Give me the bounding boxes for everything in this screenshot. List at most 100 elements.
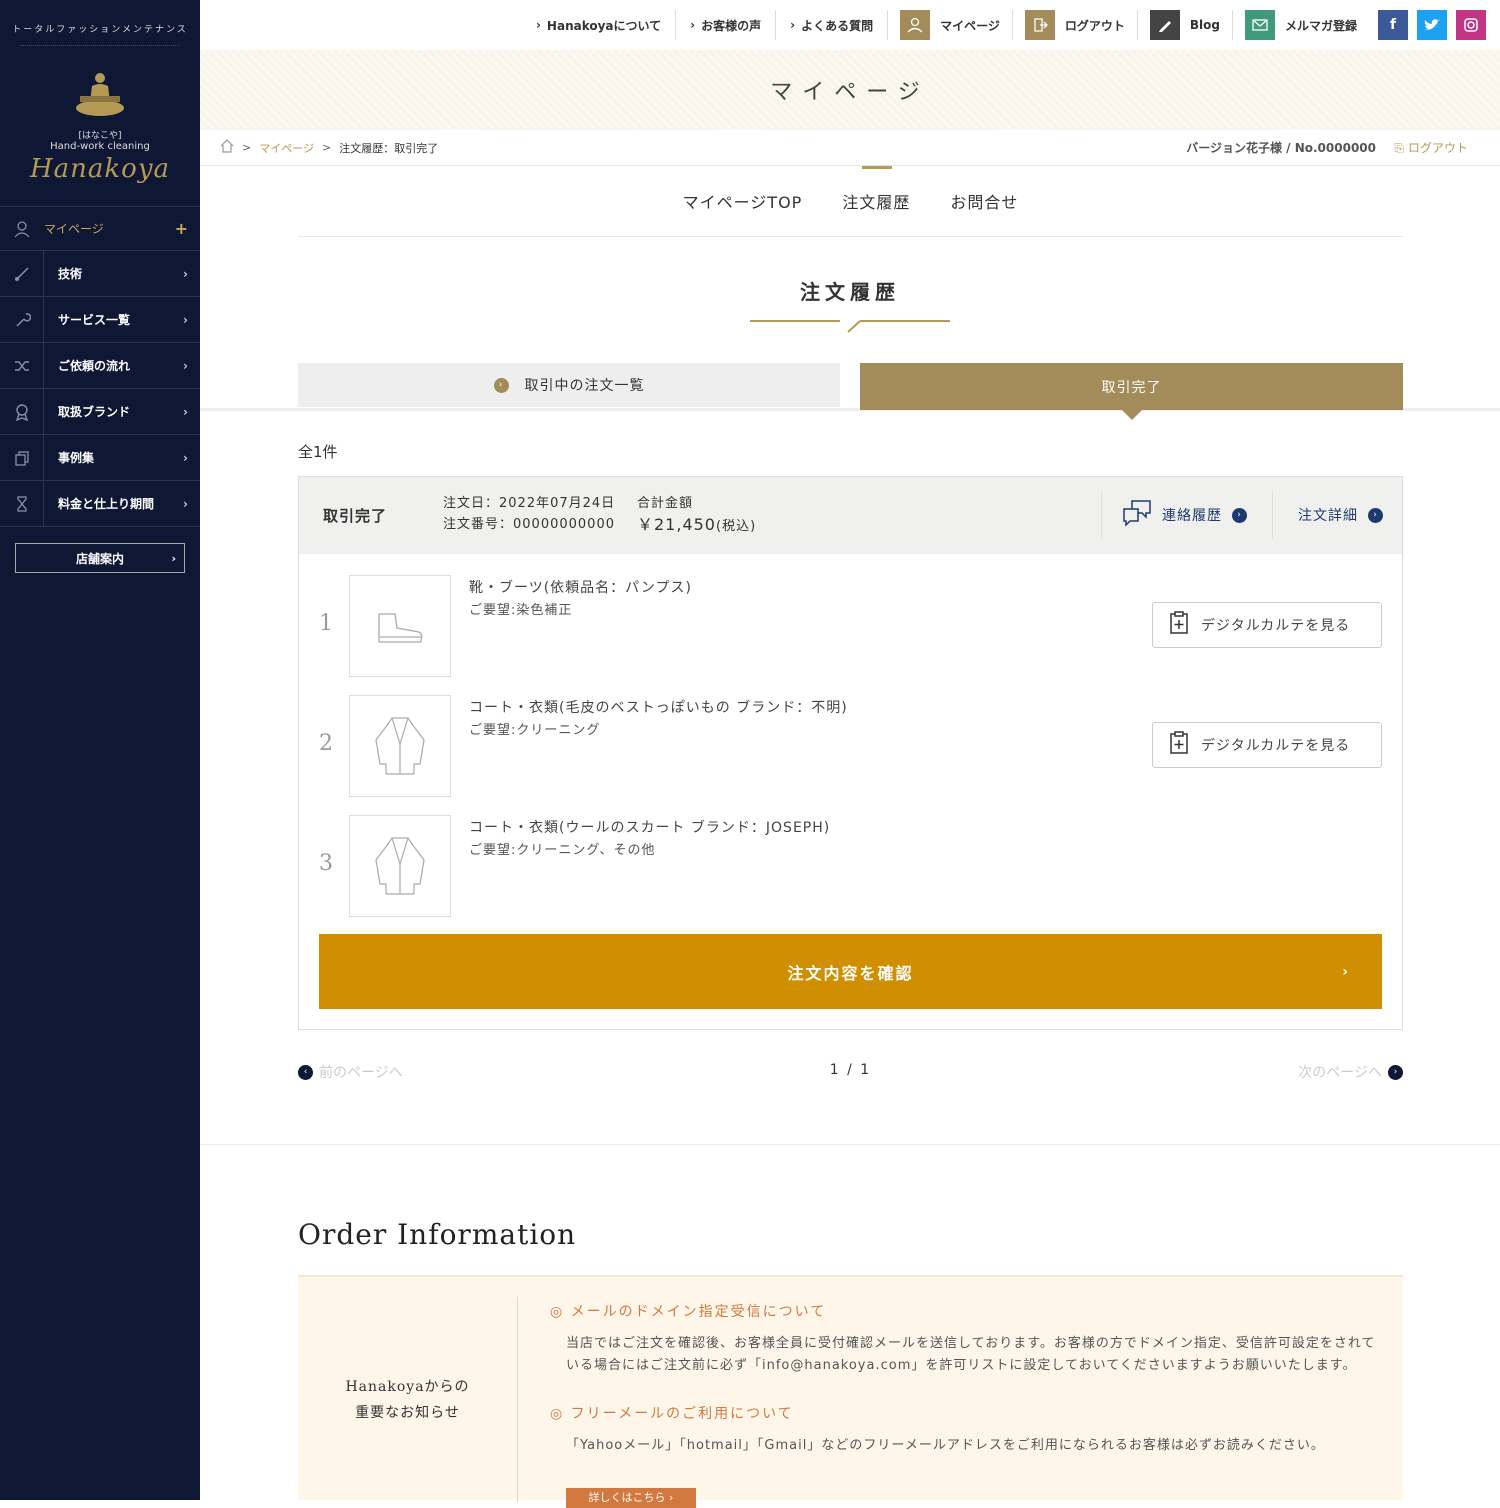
logout-label: ログアウト [1064,18,1125,33]
logout-button[interactable]: ログアウト [1013,10,1138,40]
notice-content: ◎ メールのドメイン指定受信について 当店ではご注文を確認後、お客様全員に受付確… [550,1301,1380,1457]
clipboard-plus-icon [1169,611,1189,639]
chevron-right-icon: › [183,496,188,511]
sidebar-item-services[interactable]: サービス一覧 › [0,297,200,343]
user-name: バージョン花子様 / No.0000000 [1186,141,1376,155]
confirm-order-button[interactable]: 注文内容を確認 › [319,934,1382,1009]
chevron-right-icon: › [183,312,188,327]
chevron-right-icon: › [535,18,541,32]
voices-link[interactable]: › お客様の声 [676,10,777,40]
notice-label: Hanakoyaからの 重要なお知らせ [298,1297,518,1502]
mail-icon [1244,10,1275,40]
next-page-link[interactable]: 次のページへ › [1298,1062,1403,1082]
view-karte-button[interactable]: デジタルカルテを見る [1152,722,1382,768]
result-count: 全1件 [298,443,338,461]
notice-label-line2: 重要なお知らせ [355,1404,460,1421]
logo[interactable]: [はなこや] Hand-work cleaning Hanakoya [0,68,200,184]
chevron-right-icon: › [790,18,796,32]
tab-order-history[interactable]: 注文履歴 [842,189,910,213]
tab-completed[interactable]: 取引完了 [860,363,1403,420]
brush-icon [0,251,44,296]
craftsman-logo-icon [76,73,124,116]
chevron-right-icon: › [183,266,188,281]
order-item: 1 靴・ブーツ(依頼品名：パンプス) ご要望:染色補正 デジタルカルテを見る [319,575,1382,677]
faq-link[interactable]: › よくある質問 [776,10,889,40]
order-total-amount: ￥21,450 [637,515,716,534]
divider [200,1144,1500,1145]
sub-nav: マイページTOP 注文履歴 お問合せ [298,166,1403,237]
section-title: 注文履歴 [800,280,900,304]
breadcrumb-separator: > [242,141,252,154]
chevron-right-icon: › [1368,507,1383,523]
item-request: ご要望:クリーニング、その他 [469,843,656,858]
sidebar-nav: マイページ + 技術 › サービス一覧 › ご依頼の流れ › 取扱ブランド › … [0,206,200,527]
hourglass-icon [0,481,44,526]
breadcrumb-logout-label: ログアウト [1407,141,1468,155]
clipboard-plus-icon [1169,731,1189,759]
tab-contact[interactable]: お問合せ [950,189,1018,213]
instagram-icon[interactable] [1456,10,1486,40]
item-number: 1 [319,611,333,636]
about-link-label: Hanakoyaについて [546,18,662,33]
order-total-label: 合計金額 [637,496,694,511]
order-date: 注文日：2022年07月24日 [443,496,616,511]
newsletter-label: メルマガ登録 [1284,18,1357,33]
home-icon[interactable] [220,138,234,157]
item-name: コート・衣類(ウールのスカート ブランド：JOSEPH) [469,820,831,836]
shuffle-icon [0,343,44,388]
view-karte-button[interactable]: デジタルカルテを見る [1152,602,1382,648]
sidebar-item-label: 取扱ブランド [58,405,131,419]
breadcrumb-separator: > [322,141,332,154]
sidebar-item-label: 事例集 [58,451,95,465]
sidebar-item-technique[interactable]: 技術 › [0,251,200,297]
facebook-icon[interactable]: f [1378,10,1408,40]
blog-button[interactable]: Blog [1138,10,1233,40]
order-tabs: › 取引中の注文一覧 取引完了 [298,363,1403,420]
tab-active-orders[interactable]: › 取引中の注文一覧 [298,363,840,407]
logout-icon: ⎘ [1394,141,1404,155]
sidebar-item-label: マイページ [44,222,104,236]
chevron-right-icon: › [183,404,188,419]
sidebar-item-flow[interactable]: ご依頼の流れ › [0,343,200,389]
order-detail-link[interactable]: 注文詳細 › [1272,491,1402,539]
mypage-button[interactable]: マイページ [888,10,1013,40]
sidebar-item-label: 技術 [58,267,83,281]
mypage-label: マイページ [940,18,1000,33]
view-karte-label: デジタルカルテを見る [1201,618,1351,634]
voices-link-label: お客様の声 [701,18,762,33]
sidebar-item-pricing[interactable]: 料金と仕上り期間 › [0,481,200,527]
logo-subtitle: Hand-work cleaning [50,141,150,152]
order-info-title: Order Information [298,1218,577,1251]
page-title: マイページ [770,80,930,105]
page-indicator: 1 / 1 [829,1062,872,1078]
store-info-button[interactable]: 店舗案内 › [15,543,185,573]
breadcrumb-mypage-link[interactable]: マイページ [259,140,314,156]
read-more-button[interactable]: 詳しくはこちら › [566,1488,696,1508]
wrench-icon [0,297,44,342]
item-request: ご要望:クリーニング [469,723,601,738]
item-request: ご要望:染色補正 [469,603,573,618]
sidebar-item-label: サービス一覧 [58,313,131,327]
about-link[interactable]: › Hanakoyaについて [522,10,677,40]
order-detail-label: 注文詳細 [1298,508,1358,524]
breadcrumb: > マイページ > 注文履歴：取引完了 バージョン花子様 / No.000000… [200,130,1500,166]
divider [20,45,180,46]
notice-box: Hanakoyaからの 重要なお知らせ ◎ メールのドメイン指定受信について 当店… [298,1275,1403,1508]
order-total-tax: (税込) [716,519,757,534]
notice-heading: ◎ メールのドメイン指定受信について [550,1304,827,1320]
newsletter-button[interactable]: メルマガ登録 [1233,10,1369,40]
chevron-right-icon: › [183,450,188,465]
user-icon [900,10,931,40]
title-ornament [750,320,950,333]
sidebar-item-brands[interactable]: 取扱ブランド › [0,389,200,435]
item-name: 靴・ブーツ(依頼品名：パンプス) [469,580,692,596]
breadcrumb-logout-link[interactable]: ⎘ ログアウト [1394,139,1472,156]
contact-history-link[interactable]: 連絡履歴 › [1101,491,1273,539]
chevron-right-icon: › [1388,1064,1403,1080]
sidebar-tagline: トータルファッションメンテナンス [12,25,188,35]
sidebar-item-mypage[interactable]: マイページ + [0,207,200,251]
sidebar-item-cases[interactable]: 事例集 › [0,435,200,481]
tab-mypage-top[interactable]: マイページTOP [683,189,803,213]
twitter-icon[interactable] [1417,10,1447,40]
view-karte-label: デジタルカルテを見る [1201,738,1351,754]
